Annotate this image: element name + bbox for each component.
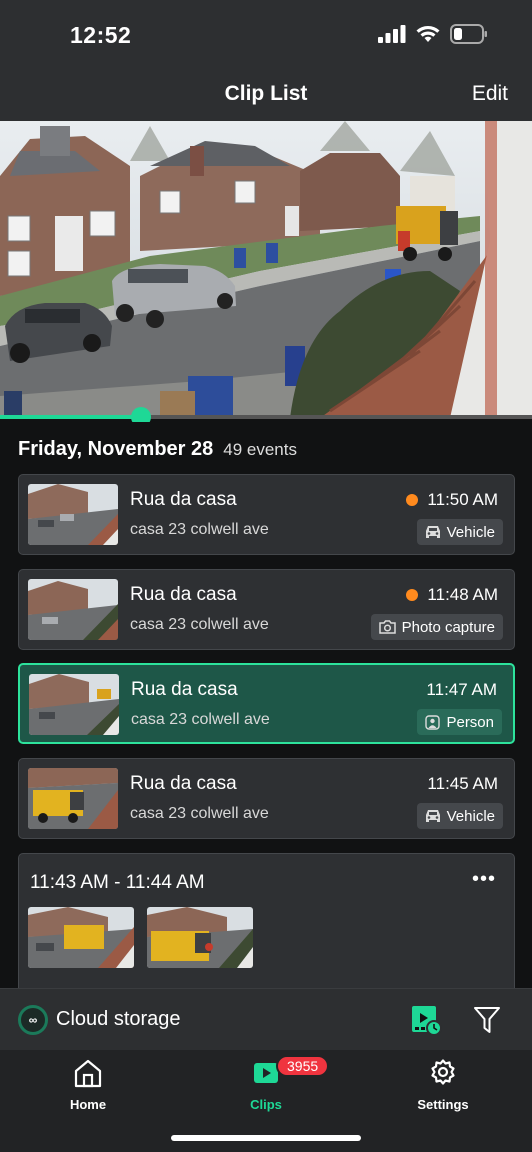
badge-label: Person — [446, 713, 494, 731]
date-label: Friday, November 28 — [18, 438, 214, 460]
signal-icon — [378, 25, 406, 43]
clip-time: 11:48 AM — [427, 585, 498, 604]
clip-time: 11:47 AM — [426, 680, 497, 699]
filter-icon[interactable] — [474, 1006, 500, 1034]
clip-thumbnail — [28, 768, 118, 829]
unread-dot — [406, 494, 419, 506]
badge-label: Vehicle — [446, 523, 495, 541]
tab-label: Home — [69, 1097, 107, 1112]
tab-settings[interactable]: Settings — [388, 1058, 498, 1112]
clip-group-card[interactable]: 11:43 AM - 11:44 AM ••• — [18, 853, 515, 988]
clip-group-thumbnail[interactable] — [147, 907, 253, 968]
clip-title: Rua da casa — [130, 773, 237, 794]
home-indicator — [171, 1135, 361, 1141]
badge-label: Photo capture — [401, 618, 495, 636]
car-icon — [425, 810, 440, 822]
clip-subtitle: casa 23 colwell ave — [130, 616, 269, 633]
clip-subtitle: casa 23 colwell ave — [131, 711, 270, 728]
clip-card[interactable]: Rua da casa casa 23 colwell ave 11:50 AM… — [18, 474, 515, 555]
cloud-storage-label[interactable]: Cloud storage — [56, 1008, 181, 1031]
clip-card[interactable]: Rua da casa casa 23 colwell ave 11:48 AM… — [18, 569, 515, 650]
clip-title: Rua da casa — [131, 679, 238, 700]
status-time: 12:52 — [70, 22, 132, 48]
clip-time: 11:50 AM — [427, 490, 498, 509]
unread-dot — [406, 589, 419, 601]
nav-bar: Clip List Edit — [0, 68, 532, 121]
clip-thumbnail — [29, 674, 119, 735]
battery-icon — [450, 24, 487, 44]
tab-label: Clips — [250, 1097, 282, 1112]
video-player[interactable] — [0, 121, 532, 418]
cloud-storage-bar[interactable]: ∞ Cloud storage — [0, 988, 532, 1050]
wifi-icon — [416, 26, 440, 42]
tab-label: Settings — [417, 1097, 469, 1112]
badge-label: Vehicle — [446, 807, 495, 825]
clips-count-badge: 3955 — [276, 1055, 330, 1077]
status-icons — [378, 24, 488, 44]
scrubber-progress — [0, 415, 141, 419]
clip-type-badge: Photo capture — [370, 614, 503, 640]
person-icon — [425, 714, 441, 730]
clip-thumbnail — [28, 484, 118, 545]
clip-type-badge: Vehicle — [416, 803, 503, 829]
camera-icon — [378, 620, 396, 634]
gear-icon — [431, 1059, 455, 1085]
clip-time-row: 11:45 AM — [427, 774, 498, 794]
tab-home[interactable]: Home — [33, 1058, 143, 1112]
clip-card[interactable]: Rua da casa casa 23 colwell ave 11:45 AM… — [18, 758, 515, 839]
date-header: Friday, November 28 49 events — [18, 438, 297, 461]
clip-calendar-icon[interactable] — [412, 1006, 442, 1036]
clip-card-selected[interactable]: Rua da casa casa 23 colwell ave 11:47 AM… — [18, 663, 515, 744]
clip-type-badge: Person — [417, 709, 502, 735]
cloud-storage-icon: ∞ — [18, 1005, 48, 1035]
clip-title: Rua da casa — [130, 489, 237, 510]
clip-list[interactable]: Friday, November 28 49 events Rua da cas… — [0, 422, 532, 988]
clip-time: 11:45 AM — [427, 774, 498, 793]
car-icon — [425, 526, 440, 538]
clip-time-row: 11:47 AM — [426, 680, 497, 700]
event-count: 49 events — [223, 440, 297, 459]
clip-time-row: 11:50 AM — [406, 490, 498, 510]
clip-thumbnail — [28, 579, 118, 640]
page-title: Clip List — [224, 82, 308, 105]
edit-button[interactable]: Edit — [472, 82, 508, 106]
clip-group-time-range: 11:43 AM - 11:44 AM — [30, 872, 205, 893]
clip-subtitle: casa 23 colwell ave — [130, 521, 269, 538]
status-bar: 12:52 — [0, 0, 532, 68]
clip-subtitle: casa 23 colwell ave — [130, 805, 269, 822]
clip-title: Rua da casa — [130, 584, 237, 605]
clip-group-thumbnail[interactable] — [28, 907, 134, 968]
tab-bar: Home Clips 3955 Settings — [0, 1050, 532, 1152]
more-options-button[interactable]: ••• — [472, 868, 496, 891]
timeline-scrubber[interactable] — [0, 407, 532, 427]
clip-type-badge: Vehicle — [416, 519, 503, 545]
camera-feed-image — [0, 121, 532, 418]
clip-time-row: 11:48 AM — [406, 585, 498, 605]
home-icon — [74, 1059, 102, 1088]
